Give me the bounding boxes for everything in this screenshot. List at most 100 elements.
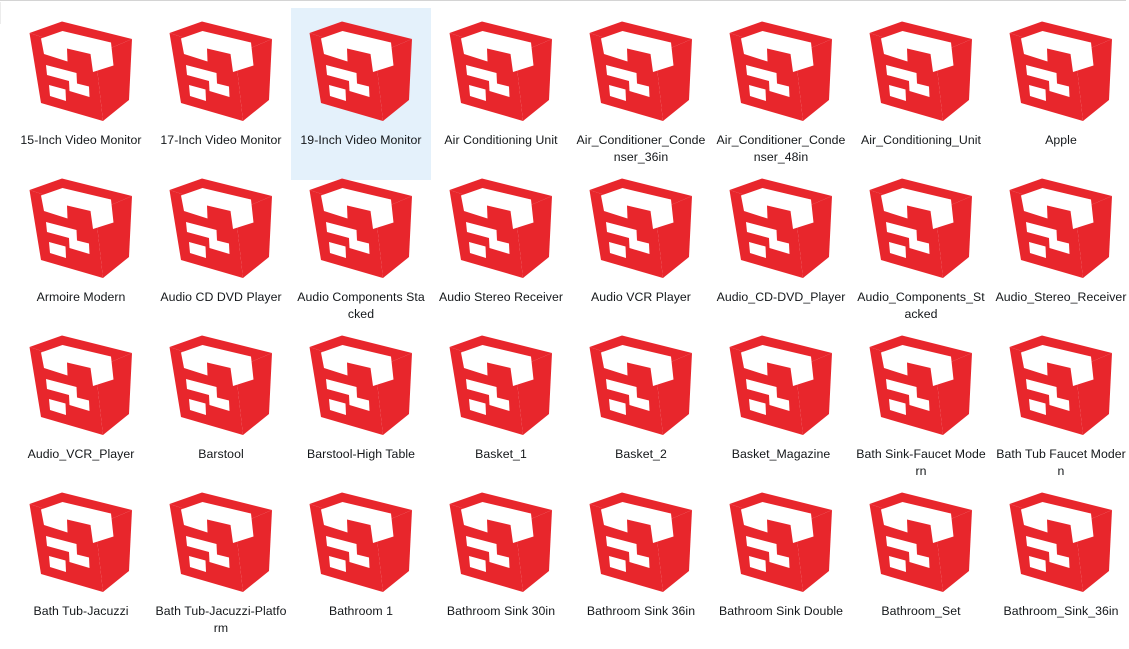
file-item-tile[interactable]: Audio_Components_Stacked [851, 165, 991, 337]
sketchup-file-icon [869, 21, 973, 122]
sketchup-file-icon [309, 492, 413, 593]
file-item-tile[interactable]: Bathroom Sink 36in [571, 479, 711, 649]
file-item-label: Bathroom Sink Double [715, 603, 847, 620]
file-item-tile[interactable]: Barstool [151, 322, 291, 494]
sketchup-file-icon [869, 335, 973, 436]
grid-cell-3: Air Conditioning Unit [420, 3, 560, 160]
file-item-tile[interactable]: Basket_2 [571, 322, 711, 494]
file-item-label: 15-Inch Video Monitor [15, 132, 147, 149]
grid-cell-24: Bath Tub-Jacuzzi [0, 474, 140, 631]
file-item-label: Air Conditioning Unit [435, 132, 567, 149]
sketchup-file-icon [589, 335, 693, 436]
grid-cell-10: Audio Components Stacked [280, 160, 420, 317]
file-item-label: Bathroom Sink 30in [435, 603, 567, 620]
sketchup-file-icon [1009, 21, 1113, 122]
file-item-tile[interactable]: Audio_Stereo_Receiver [991, 165, 1129, 337]
file-item-tile[interactable]: Bath Tub Faucet Modern [991, 322, 1129, 494]
file-item-tile[interactable]: Apple [991, 8, 1129, 180]
sketchup-file-icon [169, 335, 273, 436]
file-item-tile[interactable]: Audio CD DVD Player [151, 165, 291, 337]
sketchup-file-icon [309, 335, 413, 436]
file-item-label: Armoire Modern [15, 289, 147, 306]
grid-cell-19: Basket_1 [420, 317, 560, 474]
file-item-tile[interactable]: Basket_Magazine [711, 322, 851, 494]
grid-cell-28: Bathroom Sink 36in [560, 474, 700, 631]
file-item-label: Bathroom_Sink_36in [995, 603, 1127, 620]
sketchup-file-icon [29, 492, 133, 593]
file-item-tile[interactable]: Audio_CD-DVD_Player [711, 165, 851, 337]
file-item-tile-selected[interactable]: 19-Inch Video Monitor [291, 8, 431, 180]
file-item-tile[interactable]: Bath Tub-Jacuzzi [11, 479, 151, 649]
file-item-tile[interactable]: Bathroom 1 [291, 479, 431, 649]
file-item-label: Apple [995, 132, 1127, 149]
grid-cell-23: Bath Tub Faucet Modern [980, 317, 1120, 474]
grid-cell-29: Bathroom Sink Double [700, 474, 840, 631]
file-item-tile[interactable]: Air_Conditioning_Unit [851, 8, 991, 180]
sketchup-file-icon [449, 492, 553, 593]
file-item-tile[interactable]: Audio Stereo Receiver [431, 165, 571, 337]
file-item-label: Audio CD DVD Player [155, 289, 287, 306]
file-item-tile[interactable]: Air Conditioning Unit [431, 8, 571, 180]
sketchup-file-icon [729, 492, 833, 593]
grid-cell-13: Audio_CD-DVD_Player [700, 160, 840, 317]
file-item-label: Audio_CD-DVD_Player [715, 289, 847, 306]
sketchup-file-icon [449, 335, 553, 436]
sketchup-file-icon [589, 21, 693, 122]
grid-cell-21: Basket_Magazine [700, 317, 840, 474]
file-item-label: Bathroom_Set [855, 603, 987, 620]
sketchup-file-icon [729, 21, 833, 122]
grid-cell-22: Bath Sink-Faucet Modern [840, 317, 980, 474]
file-item-tile[interactable]: Armoire Modern [11, 165, 151, 337]
grid-cell-8: Armoire Modern [0, 160, 140, 317]
file-item-tile[interactable]: Bath Sink-Faucet Modern [851, 322, 991, 494]
file-item-tile[interactable]: Audio Components Stacked [291, 165, 431, 337]
file-item-label: Bath Tub-Jacuzzi-Platform [155, 603, 287, 636]
grid-cell-11: Audio Stereo Receiver [420, 160, 560, 317]
file-item-tile[interactable]: 15-Inch Video Monitor [11, 8, 151, 180]
sketchup-file-icon [29, 178, 133, 279]
grid-cell-27: Bathroom Sink 30in [420, 474, 560, 631]
file-item-tile[interactable]: Air_Conditioner_Condenser_48in [711, 8, 851, 180]
grid-cell-9: Audio CD DVD Player [140, 160, 280, 317]
grid-cell-25: Bath Tub-Jacuzzi-Platform [140, 474, 280, 631]
file-item-tile[interactable]: 17-Inch Video Monitor [151, 8, 291, 180]
sketchup-file-icon [869, 492, 973, 593]
grid-cell-31: Bathroom_Sink_36in [980, 474, 1120, 631]
file-item-tile[interactable]: Audio VCR Player [571, 165, 711, 337]
file-item-label: Bathroom 1 [295, 603, 427, 620]
file-item-tile[interactable]: Audio_VCR_Player [11, 322, 151, 494]
file-item-tile[interactable]: Bathroom_Sink_36in [991, 479, 1129, 649]
sketchup-file-icon [169, 492, 273, 593]
file-item-label: Audio Stereo Receiver [435, 289, 567, 306]
grid-cell-16: Audio_VCR_Player [0, 317, 140, 474]
sketchup-file-icon [729, 178, 833, 279]
sketchup-file-icon [29, 21, 133, 122]
file-item-label: Bathroom Sink 36in [575, 603, 707, 620]
file-item-tile[interactable]: Bath Tub-Jacuzzi-Platform [151, 479, 291, 649]
sketchup-file-icon [449, 178, 553, 279]
file-item-tile[interactable]: Bathroom Sink Double [711, 479, 851, 649]
file-item-label: Bath Tub-Jacuzzi [15, 603, 147, 620]
file-item-label: Basket_Magazine [715, 446, 847, 463]
file-item-tile[interactable]: Bathroom_Set [851, 479, 991, 649]
file-item-label: Basket_2 [575, 446, 707, 463]
sketchup-file-icon [449, 21, 553, 122]
file-icon-grid: 15-Inch Video Monitor [0, 3, 1129, 631]
pane-top-divider [0, 0, 1126, 1]
sketchup-file-icon [869, 178, 973, 279]
grid-cell-18: Barstool-High Table [280, 317, 420, 474]
file-item-tile[interactable]: Bathroom Sink 30in [431, 479, 571, 649]
file-item-label: Audio_VCR_Player [15, 446, 147, 463]
grid-cell-2: 19-Inch Video Monitor [280, 3, 420, 160]
sketchup-file-icon [1009, 492, 1113, 593]
file-item-label: 19-Inch Video Monitor [295, 132, 427, 149]
grid-cell-26: Bathroom 1 [280, 474, 420, 631]
file-item-tile[interactable]: Barstool-High Table [291, 322, 431, 494]
file-item-tile[interactable]: Air_Conditioner_Condenser_36in [571, 8, 711, 180]
file-explorer-content-pane[interactable]: 15-Inch Video Monitor [0, 0, 1129, 649]
grid-cell-17: Barstool [140, 317, 280, 474]
sketchup-file-icon [169, 21, 273, 122]
file-item-tile[interactable]: Basket_1 [431, 322, 571, 494]
grid-cell-12: Audio VCR Player [560, 160, 700, 317]
sketchup-file-icon [169, 178, 273, 279]
